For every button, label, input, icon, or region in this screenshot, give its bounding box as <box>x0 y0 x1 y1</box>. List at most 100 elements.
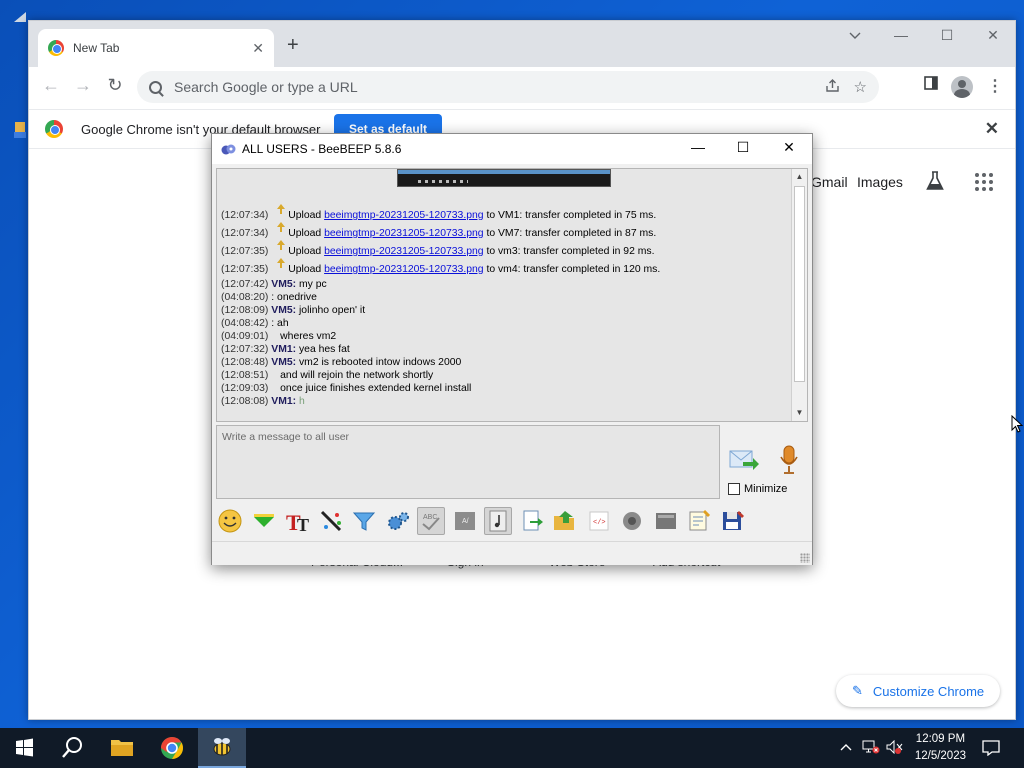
message-text: : onedrive <box>271 292 317 303</box>
spellcheck-icon[interactable]: ABC <box>417 507 445 535</box>
file-explorer-folder-icon[interactable] <box>98 728 146 768</box>
resize-grip-icon[interactable] <box>800 553 810 563</box>
share-icon[interactable] <box>825 78 840 97</box>
tab-new-tab[interactable]: New Tab ✕ <box>38 29 274 67</box>
new-tab-plus-icon[interactable]: + <box>287 35 299 55</box>
voice-message-microphone-icon[interactable] <box>779 445 799 475</box>
upload-message: (12:07:35) Upload beeimgtmp-20231205-120… <box>221 240 787 260</box>
tab-title: New Tab <box>73 41 120 55</box>
upload-status: to VM1: transfer completed in 75 ms. <box>486 210 657 221</box>
message-time: (12:07:34) <box>221 228 269 239</box>
chat-scrollbar[interactable]: ▲ ▼ <box>791 169 807 421</box>
network-icon[interactable] <box>862 740 880 757</box>
file-link[interactable]: beeimgtmp-20231205-120733.png <box>324 210 483 221</box>
save-chat-icon[interactable] <box>719 507 747 535</box>
beebeep-minimize-icon[interactable]: — <box>676 139 720 155</box>
file-link[interactable]: beeimgtmp-20231205-120733.png <box>324 246 483 257</box>
beebeep-maximize-icon[interactable]: ☐ <box>721 139 765 156</box>
message-sender: VM1: <box>271 344 297 355</box>
emoticon-icon[interactable] <box>216 507 244 535</box>
chat-message: (12:07:42) VM5: my pc <box>221 278 787 291</box>
forward-arrow-icon[interactable]: → <box>71 75 95 96</box>
font-icon[interactable]: TT <box>283 507 311 535</box>
minimize-icon[interactable]: — <box>881 27 921 43</box>
message-sender: VM5: <box>271 279 297 290</box>
bookmark-star-icon[interactable]: ☆ <box>854 78 867 96</box>
profile-avatar-icon[interactable] <box>951 76 973 98</box>
more-menu-icon[interactable]: ⋮ <box>983 76 1007 96</box>
clock-time: 12:09 PM <box>915 733 966 745</box>
search-magnifier-icon[interactable] <box>48 728 96 768</box>
infobar-close-icon[interactable]: ✕ <box>985 119 999 139</box>
message-time: (12:09:03) <box>221 383 269 394</box>
gmail-link[interactable]: Gmail <box>811 174 848 190</box>
word-completion-icon[interactable]: A/ <box>451 507 479 535</box>
taskbar: 12:09 PM 12/5/2023 <box>0 728 1024 768</box>
scroll-down-arrow-icon[interactable]: ▼ <box>792 405 807 421</box>
show-hidden-icons-chevron-icon[interactable] <box>840 740 852 755</box>
record-icon[interactable] <box>618 507 646 535</box>
music-note-icon[interactable] <box>484 507 512 535</box>
upload-message: (12:07:34) Upload beeimgtmp-20231205-120… <box>221 204 787 224</box>
screenshot-icon[interactable] <box>652 507 680 535</box>
images-link[interactable]: Images <box>857 174 903 190</box>
beebeep-taskbar-icon[interactable] <box>198 728 246 768</box>
svg-text:ABC: ABC <box>423 514 437 521</box>
maximize-icon[interactable]: ☐ <box>927 27 967 44</box>
pencil-icon: ✎ <box>852 683 863 698</box>
message-text: yea hes fat <box>298 344 350 355</box>
message-time: (12:07:35) <box>221 264 269 275</box>
chat-toolbar: TT ABC A/ </> <box>216 504 808 538</box>
message-time: (12:07:32) <box>221 344 269 355</box>
image-thumbnail[interactable] <box>397 169 611 187</box>
reload-icon[interactable]: ↻ <box>103 75 127 96</box>
send-message-icon[interactable] <box>729 448 759 472</box>
scrollbar-thumb[interactable] <box>794 186 805 382</box>
tab-search-chevron-icon[interactable] <box>835 27 875 43</box>
chrome-taskbar-icon[interactable] <box>148 728 196 768</box>
start-button-windows-icon[interactable] <box>0 728 48 768</box>
message-time: (12:08:09) <box>221 305 269 316</box>
tab-close-icon[interactable]: ✕ <box>252 40 264 57</box>
upload-prefix: Upload <box>288 264 322 275</box>
chat-message: (12:08:09) VM5: jolinho open' it <box>221 304 787 317</box>
mouse-pointer-icon <box>1011 414 1024 433</box>
file-link[interactable]: beeimgtmp-20231205-120733.png <box>324 228 483 239</box>
google-apps-grid-icon[interactable] <box>975 173 993 191</box>
chat-history[interactable]: (12:07:34) Upload beeimgtmp-20231205-120… <box>216 168 808 422</box>
back-arrow-icon[interactable]: ← <box>39 75 63 96</box>
clock-date: 12/5/2023 <box>914 750 966 762</box>
close-window-icon[interactable]: ✕ <box>973 27 1013 44</box>
filter-icon[interactable] <box>350 507 378 535</box>
minimize-checkbox[interactable] <box>728 483 740 495</box>
volume-muted-icon[interactable] <box>886 739 904 757</box>
send-folder-icon[interactable] <box>551 507 579 535</box>
green-download-icon[interactable] <box>250 507 278 535</box>
file-link[interactable]: beeimgtmp-20231205-120733.png <box>324 264 483 275</box>
upload-icon <box>276 221 286 233</box>
notification-center-icon[interactable] <box>982 740 1000 759</box>
beebeep-title: ALL USERS - BeeBEEP 5.8.6 <box>242 142 402 156</box>
message-time: (04:09:01) <box>221 331 269 342</box>
message-input[interactable]: Write a message to all user <box>216 425 720 499</box>
labs-flask-icon[interactable] <box>926 171 944 191</box>
message-text: wheres vm2 <box>280 331 337 342</box>
side-panel-icon[interactable] <box>919 76 943 95</box>
message-time: (12:07:35) <box>221 246 269 257</box>
chat-message: (04:09:01) wheres vm2 <box>221 330 787 343</box>
scroll-up-arrow-icon[interactable]: ▲ <box>792 169 807 185</box>
chat-message: (12:09:03) once juice finishes extended … <box>221 382 787 395</box>
omnibox[interactable]: Search Google or type a URL ☆ <box>137 71 879 103</box>
notes-edit-icon[interactable] <box>685 507 713 535</box>
customize-chrome-button[interactable]: ✎ Customize Chrome <box>836 675 1000 707</box>
html-code-icon[interactable]: </> <box>585 507 613 535</box>
message-text: once juice finishes extended kernel inst… <box>280 383 472 394</box>
message-text: vm2 is rebooted intow indows 2000 <box>298 357 462 368</box>
beebeep-close-icon[interactable]: ✕ <box>767 139 811 156</box>
color-picker-icon[interactable] <box>317 507 345 535</box>
system-clock[interactable]: 12:09 PM 12/5/2023 <box>915 731 966 765</box>
send-file-icon[interactable] <box>518 507 546 535</box>
message-time: (12:08:48) <box>221 357 269 368</box>
upload-message: (12:07:35) Upload beeimgtmp-20231205-120… <box>221 258 787 278</box>
settings-gears-icon[interactable] <box>384 507 412 535</box>
